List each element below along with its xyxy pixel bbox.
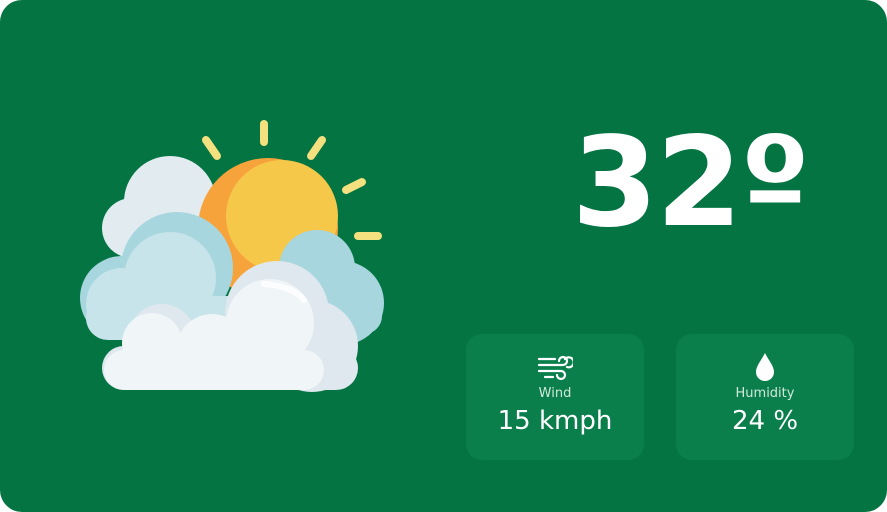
- humidity-value: 24 %: [731, 406, 799, 436]
- humidity-label: Humidity: [735, 386, 795, 401]
- temperature-value: 32º: [571, 111, 811, 255]
- weather-card: 32º Wind 15 kmph Humidity 24 %: [0, 0, 887, 512]
- water-drop-icon: [676, 350, 854, 384]
- wind-icon: [466, 350, 644, 384]
- sun-behind-clouds-icon: [72, 118, 392, 398]
- wind-value: 15 kmph: [497, 406, 613, 436]
- wind-card: Wind 15 kmph: [466, 334, 644, 460]
- wind-label: Wind: [538, 386, 572, 401]
- humidity-card: Humidity 24 %: [676, 334, 854, 460]
